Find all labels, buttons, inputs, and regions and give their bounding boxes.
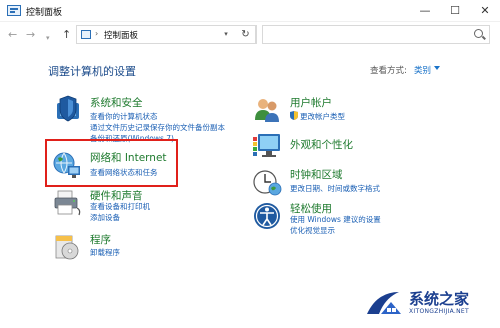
maximize-button[interactable]: ☐ — [440, 0, 470, 22]
programs-disc-icon[interactable] — [52, 232, 82, 262]
category-title-clock-region[interactable]: 时钟和区域 — [290, 167, 343, 182]
watermark: 系统之家 XITONGZHIJIA.NET — [365, 286, 495, 322]
red-highlight-box — [45, 139, 178, 187]
control-panel-icon — [7, 5, 21, 16]
category-hardware-sound: 硬件和声音 查看设备和打印机 添加设备 — [52, 188, 212, 224]
link-file-history-backup[interactable]: 通过文件历史记录保存你的文件备份副本 — [90, 122, 225, 133]
watermark-text: 系统之家 — [409, 290, 470, 308]
search-icon[interactable] — [474, 29, 483, 38]
refresh-icon[interactable]: ↻ — [235, 25, 257, 44]
clock-globe-icon[interactable] — [252, 167, 282, 197]
minimize-button[interactable]: — — [410, 0, 440, 22]
printer-icon[interactable] — [52, 188, 82, 218]
window-title: 控制面板 — [26, 8, 63, 18]
view-by-dropdown[interactable]: 类别 — [414, 64, 431, 76]
uac-shield-icon — [290, 111, 298, 120]
monitor-palette-icon[interactable] — [252, 131, 282, 161]
recent-locations-chevron-icon[interactable]: ▾ — [46, 31, 50, 45]
category-clock-region: 时钟和区域 更改日期、时间或数字格式 — [252, 167, 412, 199]
category-programs: 程序 卸载程序 — [52, 232, 172, 262]
forward-arrow-icon[interactable]: → — [26, 28, 35, 42]
address-dropdown-icon[interactable]: ▾ — [219, 25, 233, 44]
category-ease-of-access: 轻松使用 使用 Windows 建议的设置 优化视觉显示 — [252, 201, 412, 237]
view-by-label: 查看方式: — [370, 66, 407, 76]
back-arrow-icon[interactable]: ← — [8, 28, 17, 42]
shield-monitor-icon[interactable] — [52, 95, 82, 125]
users-icon[interactable] — [252, 95, 282, 125]
up-arrow-icon[interactable]: ↑ — [62, 28, 71, 42]
link-optimize-visual-display[interactable]: 优化视觉显示 — [290, 225, 335, 236]
category-appearance-personalization: 外观和个性化 — [252, 131, 402, 165]
link-windows-suggested-settings[interactable]: 使用 Windows 建议的设置 — [290, 214, 381, 225]
link-devices-printers[interactable]: 查看设备和打印机 — [90, 201, 150, 212]
category-system-security: 系统和安全 查看你的计算机状态 通过文件历史记录保存你的文件备份副本 备份和还原… — [52, 95, 242, 143]
search-input[interactable] — [262, 25, 490, 44]
breadcrumb-control-panel[interactable]: 控制面板 — [104, 29, 138, 41]
link-change-account-type-label[interactable]: 更改帐户类型 — [300, 112, 345, 121]
category-title-programs[interactable]: 程序 — [90, 232, 111, 247]
category-title-appearance-personalization[interactable]: 外观和个性化 — [290, 137, 353, 152]
category-title-system-security[interactable]: 系统和安全 — [90, 95, 143, 110]
breadcrumb-separator-icon[interactable]: › — [95, 29, 98, 38]
page-title: 调整计算机的设置 — [48, 65, 136, 78]
house-logo-icon — [367, 292, 401, 314]
link-uninstall-program[interactable]: 卸载程序 — [90, 247, 120, 258]
link-add-device[interactable]: 添加设备 — [90, 212, 120, 223]
link-change-date-time-format[interactable]: 更改日期、时间或数字格式 — [290, 183, 380, 194]
link-view-computer-status[interactable]: 查看你的计算机状态 — [90, 111, 158, 122]
watermark-subtext: XITONGZHIJIA.NET — [409, 308, 469, 315]
control-panel-small-icon — [81, 30, 91, 39]
category-title-user-accounts[interactable]: 用户帐户 — [290, 95, 332, 110]
navigation-bar: ← → ▾ ↑ › 控制面板 ▾ ↻ — [0, 22, 500, 48]
view-by-chevron-icon[interactable] — [434, 66, 440, 70]
category-user-accounts: 用户帐户 更改帐户类型 — [252, 95, 402, 125]
link-change-account-type[interactable]: 更改帐户类型 — [290, 111, 345, 122]
title-bar: 控制面板 — ☐ ✕ — [0, 0, 500, 22]
close-button[interactable]: ✕ — [470, 0, 500, 22]
accessibility-icon[interactable] — [252, 201, 282, 231]
